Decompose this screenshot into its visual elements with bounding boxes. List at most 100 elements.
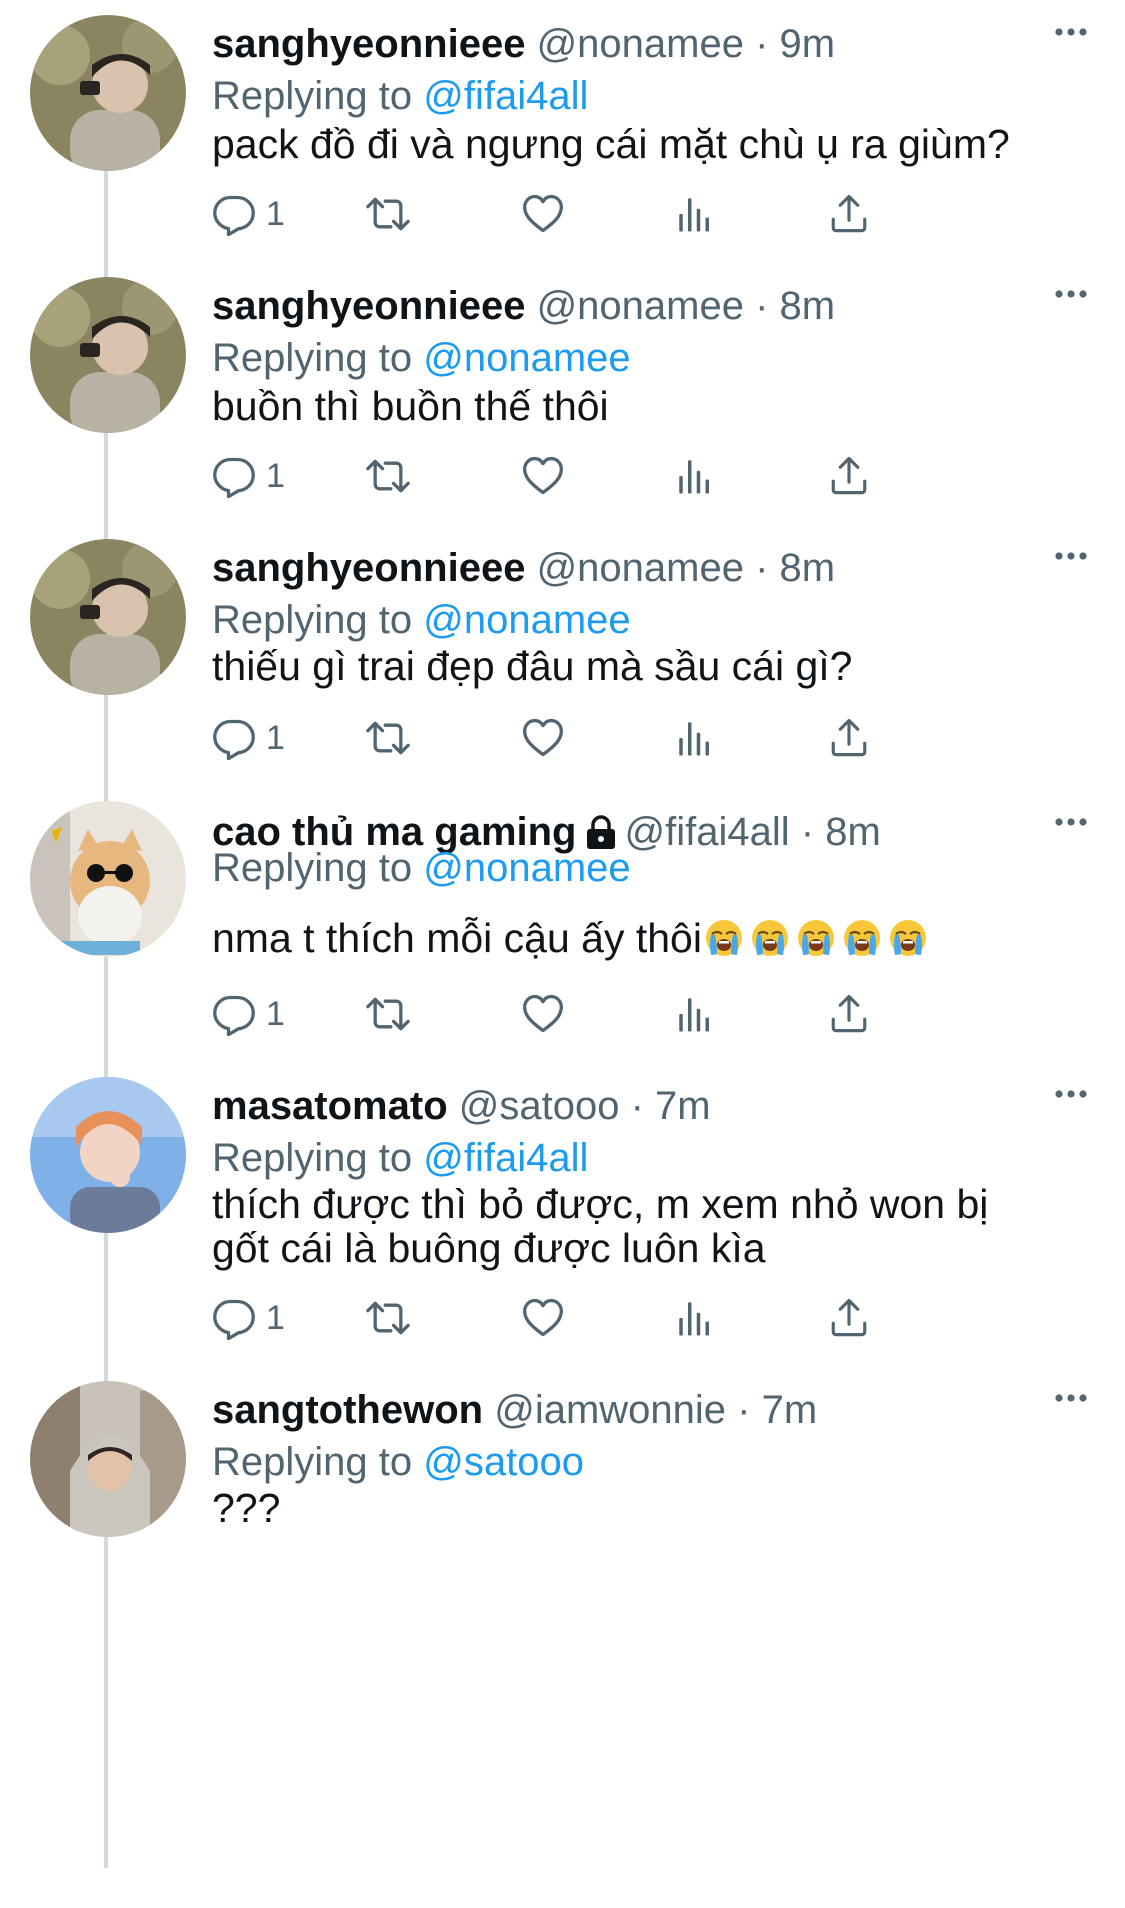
share-icon [828, 1297, 870, 1339]
avatar[interactable] [30, 539, 186, 695]
tweet-text: pack đồ đi và ngưng cái mặt chù ụ ra giù… [212, 121, 1010, 167]
separator-dot: · [630, 1084, 644, 1128]
reply-button[interactable]: 1 [212, 184, 285, 244]
views-icon [674, 1297, 716, 1339]
like-button[interactable] [520, 184, 566, 244]
share-button[interactable] [828, 1288, 870, 1348]
avatar[interactable] [30, 15, 186, 171]
retweet-button[interactable] [365, 184, 411, 244]
display-name[interactable]: sanghyeonnieee [212, 22, 525, 66]
share-button[interactable] [828, 184, 870, 244]
mention-link[interactable]: @satooo [423, 1440, 584, 1484]
username[interactable]: @satooo [459, 1084, 620, 1128]
replying-to: Replying to @satooo [212, 1436, 584, 1488]
views-button[interactable] [674, 984, 716, 1044]
username[interactable]: @nonamee [537, 22, 744, 66]
username[interactable]: @nonamee [537, 546, 744, 590]
views-icon [674, 193, 716, 235]
timestamp[interactable]: 8m [825, 810, 881, 854]
replying-label: Replying to [212, 1440, 413, 1484]
replying-label: Replying to [212, 1136, 413, 1180]
views-icon [674, 455, 716, 497]
retweet-button[interactable] [365, 984, 411, 1044]
views-button[interactable] [674, 184, 716, 244]
more-icon[interactable] [1055, 26, 1087, 38]
retweet-button[interactable] [365, 446, 411, 506]
tweet-header: sanghyeonnieee @nonamee · 9m [212, 18, 1005, 70]
reply-button[interactable]: 1 [212, 1288, 285, 1348]
crying-emoji-icon [750, 918, 790, 958]
reply-button[interactable]: 1 [212, 984, 285, 1044]
mention-link[interactable]: @nonamee [423, 336, 630, 380]
avatar[interactable] [30, 1077, 186, 1233]
tweet-actions: 1 [212, 184, 1012, 244]
tweet-actions: 1 [212, 708, 1012, 768]
separator-dot: · [755, 546, 769, 590]
crying-emoji-icon [888, 918, 928, 958]
reply-count: 1 [266, 194, 285, 233]
timestamp[interactable]: 7m [655, 1084, 711, 1128]
avatar[interactable] [30, 801, 186, 957]
replying-label: Replying to [212, 846, 413, 890]
heart-icon [520, 192, 566, 236]
like-button[interactable] [520, 984, 566, 1044]
display-name[interactable]: sangtothewon [212, 1388, 483, 1432]
timestamp[interactable]: 8m [780, 284, 836, 328]
heart-icon [520, 454, 566, 498]
reply-icon [212, 192, 256, 236]
more-icon[interactable] [1055, 1088, 1087, 1100]
share-button[interactable] [828, 984, 870, 1044]
mention-link[interactable]: @nonamee [423, 598, 630, 642]
views-icon [674, 993, 716, 1035]
more-icon[interactable] [1055, 550, 1087, 562]
tweet-actions: 1 [212, 984, 1012, 1044]
avatar[interactable] [30, 1381, 186, 1537]
timestamp[interactable]: 9m [780, 22, 836, 66]
reply-button[interactable]: 1 [212, 446, 285, 506]
like-button[interactable] [520, 446, 566, 506]
tweet-header: masatomato @satooo · 7m [212, 1080, 1005, 1132]
separator-dot: · [800, 810, 815, 854]
share-button[interactable] [828, 446, 870, 506]
mention-link[interactable]: @fifai4all [423, 1136, 588, 1180]
reply-button[interactable]: 1 [212, 708, 285, 768]
views-button[interactable] [674, 446, 716, 506]
username[interactable]: @fifai4all [625, 810, 790, 854]
views-icon [674, 717, 716, 759]
more-icon[interactable] [1055, 816, 1087, 828]
tweet-text: thiếu gì trai đẹp đâu mà sầu cái gì? [212, 643, 853, 689]
username[interactable]: @nonamee [537, 284, 744, 328]
more-icon[interactable] [1055, 1392, 1087, 1404]
heart-icon [520, 716, 566, 760]
timestamp[interactable]: 7m [762, 1388, 818, 1432]
timestamp[interactable]: 8m [780, 546, 836, 590]
avatar[interactable] [30, 277, 186, 433]
username[interactable]: @iamwonnie [494, 1388, 726, 1432]
views-button[interactable] [674, 1288, 716, 1348]
reply-icon [212, 716, 256, 760]
more-icon[interactable] [1055, 288, 1087, 300]
display-name[interactable]: sanghyeonnieee [212, 284, 525, 328]
like-button[interactable] [520, 1288, 566, 1348]
share-icon [828, 193, 870, 235]
mention-link[interactable]: @fifai4all [423, 74, 588, 118]
retweet-icon [365, 1296, 411, 1340]
replying-to: Replying to @fifai4all [212, 1132, 588, 1184]
share-button[interactable] [828, 708, 870, 768]
reply-icon [212, 454, 256, 498]
reply-icon [212, 992, 256, 1036]
retweet-button[interactable] [365, 708, 411, 768]
share-icon [828, 717, 870, 759]
tweet-header: sanghyeonnieee @nonamee · 8m [212, 280, 1005, 332]
mention-link[interactable]: @nonamee [423, 846, 630, 890]
replying-to: Replying to @fifai4all [212, 70, 588, 122]
views-button[interactable] [674, 708, 716, 768]
crying-emoji-icon [704, 918, 744, 958]
reply-count: 1 [266, 1298, 285, 1337]
reply-count: 1 [266, 456, 285, 495]
like-button[interactable] [520, 708, 566, 768]
display-name[interactable]: masatomato [212, 1084, 448, 1128]
display-name[interactable]: sanghyeonnieee [212, 546, 525, 590]
retweet-button[interactable] [365, 1288, 411, 1348]
tweet-header: sanghyeonnieee @nonamee · 8m [212, 542, 1005, 594]
